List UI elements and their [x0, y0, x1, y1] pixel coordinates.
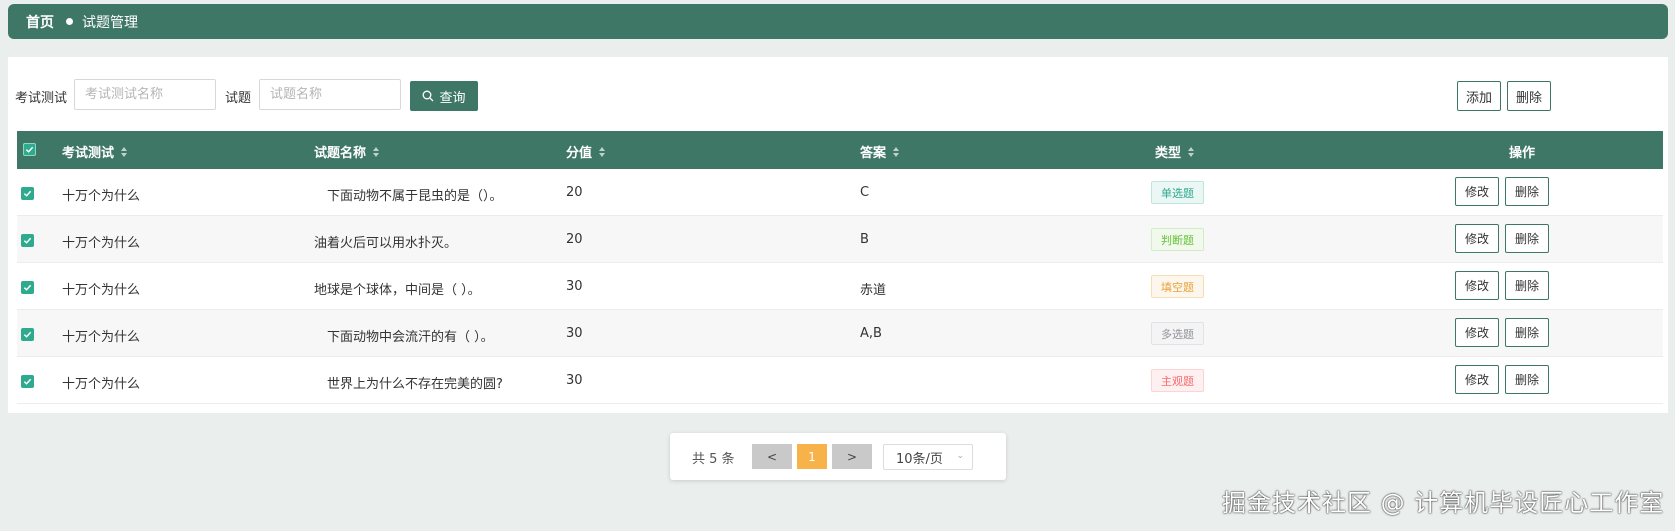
edit-button[interactable]: 修改 — [1455, 224, 1499, 253]
row-checkbox[interactable] — [21, 375, 34, 388]
check-icon — [23, 284, 32, 291]
cell-exam: 十万个为什么 — [62, 330, 141, 345]
add-button[interactable]: 添加 — [1457, 81, 1501, 111]
check-icon — [23, 331, 32, 338]
select-all-checkbox[interactable] — [23, 143, 36, 156]
cell-answer: C — [860, 185, 870, 200]
type-badge: 主观题 — [1151, 369, 1204, 392]
breadcrumb: 首页 试题管理 — [8, 4, 1668, 39]
page-size-select[interactable]: 10条/页 ⌄ — [883, 444, 973, 470]
page-number-button[interactable]: 1 — [797, 444, 827, 469]
table-row: 十万个为什么 下面动物中会流汗的有（ ）。 30 A,B 多选题 修改 删除 — [17, 310, 1663, 357]
edit-button[interactable]: 修改 — [1455, 271, 1499, 300]
watermark: 掘金技术社区 @ 计算机毕设匠心工作室 — [1222, 489, 1665, 517]
column-header-type[interactable]: 类型 — [1155, 142, 1195, 161]
cell-question: 地球是个球体，中间是（ ）。 — [314, 283, 481, 298]
delete-button[interactable]: 删除 — [1505, 224, 1549, 253]
cell-question: 下面动物中会流汗的有（ ）。 — [327, 330, 494, 345]
column-header-exam[interactable]: 考试测试 — [62, 142, 128, 161]
cell-exam: 十万个为什么 — [62, 189, 141, 204]
edit-button[interactable]: 修改 — [1455, 318, 1499, 347]
query-button[interactable]: 查询 — [410, 81, 478, 111]
sort-icon — [599, 146, 606, 157]
column-header-actions: 操作 — [1509, 146, 1536, 161]
cell-answer: 赤道 — [860, 283, 887, 298]
column-header-score[interactable]: 分值 — [566, 142, 606, 161]
delete-button[interactable]: 删除 — [1505, 365, 1549, 394]
table-row: 十万个为什么 地球是个球体，中间是（ ）。 30 赤道 填空题 修改 删除 — [17, 263, 1663, 310]
table-row: 十万个为什么 世界上为什么不存在完美的圆? 30 主观题 修改 删除 — [17, 357, 1663, 404]
question-filter-label: 试题 — [225, 91, 252, 106]
edit-button[interactable]: 修改 — [1455, 365, 1499, 394]
exam-filter-label: 考试测试 — [15, 91, 68, 106]
column-header-exam-label: 考试测试 — [62, 146, 115, 161]
breadcrumb-current: 试题管理 — [82, 14, 138, 31]
cell-score: 30 — [566, 279, 583, 294]
next-page-button[interactable]: > — [832, 444, 872, 469]
type-badge: 单选题 — [1151, 181, 1204, 204]
search-bar: 考试测试 试题 查询 添加 删除 — [8, 79, 1668, 111]
pagination: 共 5 条 < 1 > 10条/页 ⌄ — [670, 433, 1006, 480]
check-icon — [25, 146, 34, 153]
cell-exam: 十万个为什么 — [62, 236, 141, 251]
delete-button[interactable]: 删除 — [1505, 318, 1549, 347]
row-checkbox[interactable] — [21, 281, 34, 294]
check-icon — [23, 190, 32, 197]
prev-page-button[interactable]: < — [752, 444, 792, 469]
row-checkbox[interactable] — [21, 328, 34, 341]
cell-answer: B — [860, 232, 869, 247]
query-button-label: 查询 — [439, 90, 466, 106]
cell-question: 世界上为什么不存在完美的圆? — [327, 377, 503, 392]
column-header-question-label: 试题名称 — [314, 146, 367, 161]
row-checkbox[interactable] — [21, 234, 34, 247]
cell-score: 20 — [566, 232, 583, 247]
breadcrumb-home[interactable]: 首页 — [26, 12, 54, 32]
column-header-question[interactable]: 试题名称 — [314, 142, 380, 161]
type-badge: 判断题 — [1151, 228, 1204, 251]
breadcrumb-separator-dot — [66, 18, 73, 25]
sort-icon — [1188, 146, 1195, 157]
batch-delete-button[interactable]: 删除 — [1507, 81, 1551, 111]
sort-icon — [373, 146, 380, 157]
type-badge: 填空题 — [1151, 275, 1204, 298]
exam-name-input[interactable] — [74, 79, 216, 110]
cell-exam: 十万个为什么 — [62, 377, 141, 392]
search-icon — [423, 90, 434, 102]
column-header-answer-label: 答案 — [860, 146, 887, 161]
check-icon — [23, 237, 32, 244]
type-badge: 多选题 — [1151, 322, 1204, 345]
pagination-total: 共 5 条 — [692, 452, 735, 467]
page-size-value: 10条/页 — [896, 451, 943, 467]
cell-answer: A,B — [860, 326, 882, 341]
cell-exam: 十万个为什么 — [62, 283, 141, 298]
check-icon — [23, 378, 32, 385]
sort-icon — [121, 146, 128, 157]
delete-button[interactable]: 删除 — [1505, 177, 1549, 206]
column-header-type-label: 类型 — [1155, 146, 1182, 161]
table-row: 十万个为什么 油着火后可以用水扑灭。 20 B 判断题 修改 删除 — [17, 216, 1663, 263]
column-header-answer[interactable]: 答案 — [860, 142, 900, 161]
cell-question: 下面动物不属于昆虫的是（）。 — [327, 189, 503, 204]
cell-score: 20 — [566, 185, 583, 200]
chevron-down-icon: ⌄ — [956, 451, 964, 461]
question-table: 考试测试 试题名称 分值 答案 类型 操作 十万个为什么 下面动物不属于昆虫的是… — [17, 131, 1663, 404]
edit-button[interactable]: 修改 — [1455, 177, 1499, 206]
question-name-input[interactable] — [259, 79, 401, 110]
cell-score: 30 — [566, 326, 583, 341]
table-row: 十万个为什么 下面动物不属于昆虫的是（）。 20 C 单选题 修改 删除 — [17, 169, 1663, 216]
table-header: 考试测试 试题名称 分值 答案 类型 操作 — [17, 131, 1663, 169]
sort-icon — [893, 146, 900, 157]
column-header-score-label: 分值 — [566, 146, 593, 161]
main-panel: 考试测试 试题 查询 添加 删除 考试测试 试题名称 分值 答案 类型 操作 十… — [8, 57, 1668, 413]
row-checkbox[interactable] — [21, 187, 34, 200]
cell-question: 油着火后可以用水扑灭。 — [314, 236, 458, 251]
delete-button[interactable]: 删除 — [1505, 271, 1549, 300]
cell-score: 30 — [566, 373, 583, 388]
